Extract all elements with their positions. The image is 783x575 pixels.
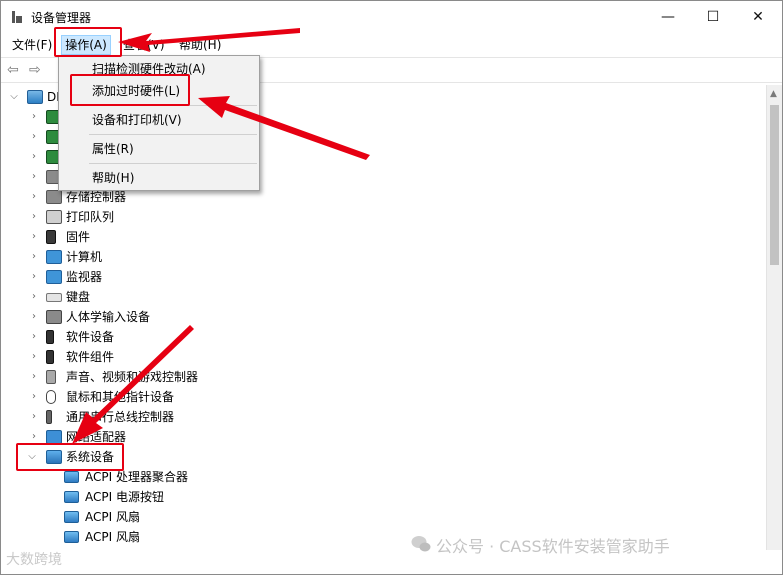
speaker-icon	[46, 370, 56, 384]
back-arrow-icon[interactable]: ⇦	[7, 63, 23, 77]
chevron-right-icon[interactable]: ›	[29, 287, 39, 307]
vertical-scrollbar[interactable]: ▲	[766, 85, 782, 550]
maximize-icon: ☐	[706, 9, 720, 25]
acpi-device-icon	[64, 471, 79, 483]
tree-item-label: 打印队列	[66, 210, 115, 224]
forward-arrow-icon[interactable]: ⇨	[29, 63, 45, 77]
acpi-device-icon	[64, 491, 79, 503]
mouse-icon	[46, 390, 56, 404]
tree-item-label: 鼠标和其他指针设备	[66, 390, 175, 404]
tree-child-label: ACPI 电源按钮	[85, 490, 164, 504]
usb-icon	[46, 410, 52, 424]
menu-item-properties[interactable]: 属性(R)	[59, 138, 259, 160]
hid-icon	[46, 310, 62, 324]
tree-item-software-components[interactable]: › 软件组件	[1, 347, 301, 367]
scroll-up-icon[interactable]: ▲	[770, 89, 777, 99]
tree-item-label: 固件	[66, 230, 91, 244]
chevron-right-icon[interactable]: ›	[29, 227, 39, 247]
tree-item-keyboards[interactable]: › 键盘	[1, 287, 301, 307]
menu-separator	[89, 163, 257, 164]
chevron-right-icon[interactable]: ›	[29, 187, 39, 207]
tree-item-label: 键盘	[66, 290, 91, 304]
chevron-right-icon[interactable]: ›	[29, 267, 39, 287]
printer-icon	[46, 210, 62, 224]
tree-item-firmware[interactable]: › 固件	[1, 227, 301, 247]
chevron-down-icon[interactable]: ⌵	[9, 87, 19, 107]
maximize-button[interactable]: ☐	[690, 1, 736, 33]
tree-item-print-queues[interactable]: › 打印队列	[1, 207, 301, 227]
scroll-thumb[interactable]	[770, 105, 779, 265]
chevron-right-icon[interactable]: ›	[29, 167, 39, 187]
tree-child[interactable]: ACPI 风扇	[1, 527, 301, 547]
menu-help[interactable]: 帮助(H)	[177, 36, 223, 54]
tree-item-monitors[interactable]: › 监视器	[1, 267, 301, 287]
tree-item-label: 监视器	[66, 270, 103, 284]
tree-child[interactable]: ACPI 风扇	[1, 507, 301, 527]
window-title: 设备管理器	[31, 11, 92, 25]
highlight-box-action-menu	[54, 27, 122, 57]
tree-item-label: 声音、视频和游戏控制器	[66, 370, 199, 384]
watermark-left: 大数跨境	[6, 552, 62, 568]
tree-item-label: 计算机	[66, 250, 103, 264]
tree-child-label: ACPI 风扇	[85, 510, 140, 524]
acpi-device-icon	[64, 531, 79, 543]
minimize-button[interactable]: —	[645, 1, 691, 33]
tree-item-label: 人体学输入设备	[66, 310, 151, 324]
tree-item-computer[interactable]: › 计算机	[1, 247, 301, 267]
computer-icon	[46, 250, 62, 264]
chevron-right-icon[interactable]: ›	[29, 387, 39, 407]
tree-item-label: 通用串行总线控制器	[66, 410, 175, 424]
computer-icon	[27, 90, 43, 104]
chevron-right-icon[interactable]: ›	[29, 107, 39, 127]
software-device-icon	[46, 330, 54, 344]
acpi-device-icon	[64, 511, 79, 523]
chevron-right-icon[interactable]: ›	[29, 247, 39, 267]
wechat-icon	[411, 536, 431, 552]
chevron-right-icon[interactable]: ›	[29, 367, 39, 387]
tree-item-software-devices[interactable]: › 软件设备	[1, 327, 301, 347]
chevron-right-icon[interactable]: ›	[29, 347, 39, 367]
chevron-right-icon[interactable]: ›	[29, 327, 39, 347]
tree-item-label: 软件组件	[66, 350, 115, 364]
chevron-right-icon[interactable]: ›	[29, 207, 39, 227]
tree-item-label: 软件设备	[66, 330, 115, 344]
keyboard-icon	[46, 293, 62, 302]
highlight-box-system-devices	[16, 443, 124, 471]
software-component-icon	[46, 350, 54, 364]
device-manager-app-icon	[12, 11, 22, 23]
close-button[interactable]: ✕	[735, 1, 781, 33]
firmware-icon	[46, 230, 56, 244]
tree-child[interactable]: ACPI 电源按钮	[1, 487, 301, 507]
chevron-right-icon[interactable]: ›	[29, 127, 39, 147]
menu-file[interactable]: 文件(F)	[10, 36, 54, 54]
tree-item-sound[interactable]: › 声音、视频和游戏控制器	[1, 367, 301, 387]
watermark-right: 公众号 · CASS软件安装管家助手	[436, 537, 670, 556]
chevron-right-icon[interactable]: ›	[29, 307, 39, 327]
highlight-box-add-legacy-hardware	[70, 74, 190, 106]
storage-controller-icon	[46, 190, 62, 204]
menu-item-help[interactable]: 帮助(H)	[59, 167, 259, 189]
menu-item-devices-printers[interactable]: 设备和打印机(V)	[59, 109, 259, 131]
tree-root[interactable]: ⌵ DI	[1, 87, 61, 107]
network-adapter-icon	[46, 430, 62, 444]
tree-child-label: ACPI 风扇	[85, 530, 140, 544]
menu-view[interactable]: 查看(V)	[121, 36, 167, 54]
tree-item-mice[interactable]: › 鼠标和其他指针设备	[1, 387, 301, 407]
menu-separator	[89, 134, 257, 135]
tree-item-usb[interactable]: › 通用串行总线控制器	[1, 407, 301, 427]
chevron-right-icon[interactable]: ›	[29, 147, 39, 167]
tree-item-hid[interactable]: › 人体学输入设备	[1, 307, 301, 327]
minimize-icon: —	[661, 9, 675, 25]
monitor-icon	[46, 270, 62, 284]
chevron-right-icon[interactable]: ›	[29, 407, 39, 427]
close-icon: ✕	[752, 9, 764, 25]
